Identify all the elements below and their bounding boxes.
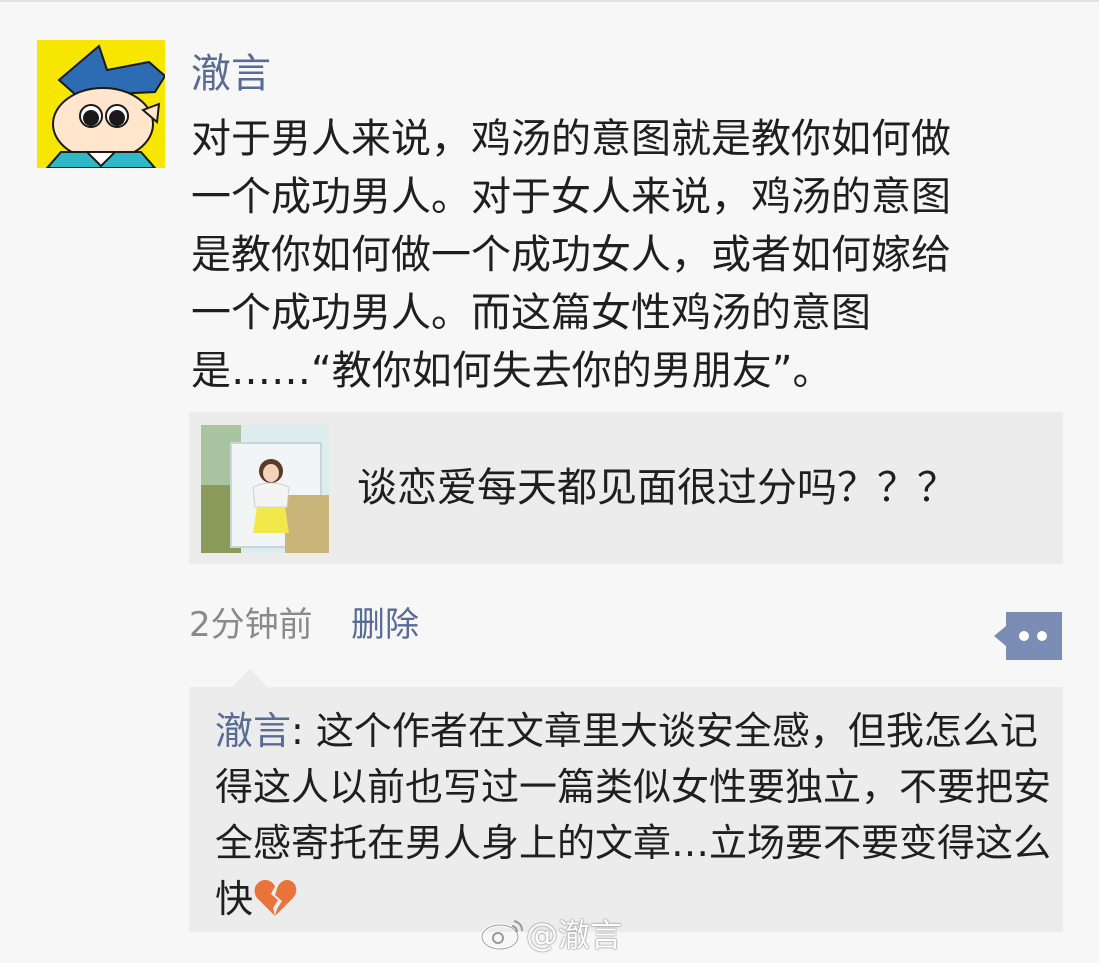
top-divider bbox=[0, 0, 1099, 2]
weibo-watermark: @澈言 bbox=[480, 912, 622, 958]
post-author-name[interactable]: 澈言 bbox=[191, 46, 271, 102]
shared-link-card[interactable]: 谈恋爱每天都见面很过分吗？？？ bbox=[189, 412, 1063, 564]
delete-button[interactable]: 删除 bbox=[351, 600, 419, 650]
comment-separator: : bbox=[291, 709, 316, 753]
link-thumbnail-image bbox=[201, 425, 329, 553]
watermark-text: @澈言 bbox=[526, 916, 623, 954]
comment-pointer bbox=[232, 669, 268, 687]
avatar-image bbox=[37, 40, 165, 168]
avatar[interactable] bbox=[37, 40, 165, 168]
post-timestamp: 2分钟前 bbox=[189, 605, 313, 645]
link-title: 谈恋爱每天都见面很过分吗？？？ bbox=[357, 465, 957, 511]
comment-author-name[interactable]: 澈言 bbox=[215, 709, 291, 753]
broken-heart-icon bbox=[253, 877, 297, 917]
comment-body: 这个作者在文章里大谈安全感，但我怎么记得这人以前也写过一篇类似女性要独立，不要把… bbox=[215, 709, 1052, 921]
weibo-icon bbox=[480, 917, 526, 951]
post-text: 对于男人来说，鸡汤的意图就是教你如何做 一个成功男人。对于女人来说，鸡汤的意图 … bbox=[191, 116, 951, 394]
comment-item[interactable]: 澈言: 这个作者在文章里大谈安全感，但我怎么记得这人以前也写过一篇类似女性要独立… bbox=[215, 703, 1055, 927]
comment-menu-button[interactable] bbox=[994, 612, 1062, 660]
comment-dots-icon bbox=[994, 612, 1062, 660]
comment-section: 澈言: 这个作者在文章里大谈安全感，但我怎么记得这人以前也写过一篇类似女性要独立… bbox=[189, 687, 1063, 932]
link-thumbnail bbox=[201, 425, 329, 553]
